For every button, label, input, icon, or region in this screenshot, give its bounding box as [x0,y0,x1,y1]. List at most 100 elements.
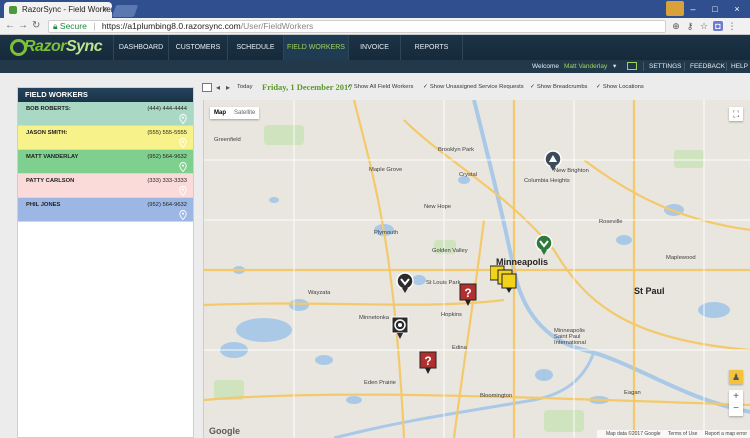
maximize-icon[interactable]: □ [704,0,726,18]
map-label: Brooklyn Park [438,147,475,153]
unassigned-request-marker-icon[interactable]: ? [419,351,437,375]
street-view-icon[interactable]: ♟ [729,370,743,384]
map-label: Minnetonka [359,315,389,321]
worker-row[interactable]: PHIL JONES (952) 564-9632 [18,198,193,222]
map-label: Roseville [599,219,623,225]
worker-name: BOB ROBERTS: [26,106,71,112]
user-bar: Welcome Matt Vanderlay ▾ SETTINGS FEEDBA… [0,60,750,73]
close-tab-icon[interactable]: × [103,4,108,14]
map-label: Crystal [459,172,478,178]
nav-field-workers[interactable]: FIELD WORKERS [283,35,348,60]
extension-icon[interactable]: ⊕ [671,21,681,31]
map-label: Edina [452,345,467,351]
nav-customers[interactable]: CUSTOMERS [168,35,227,60]
map-toolbar: ◂ ▸ Today Friday, 1 December 2017 ✓ Show … [200,81,750,95]
map-label: Wayzata [308,290,331,296]
map-label: New Hope [424,204,452,210]
location-marker-icon[interactable] [391,316,409,340]
app-header: RazorSync DASHBOARD CUSTOMERS SCHEDULE F… [0,35,750,60]
option-label: Show Locations [602,84,644,90]
worker-row[interactable]: PATTY CARLSON (333) 333-3333 [18,174,193,198]
browser-tab[interactable]: RazorSync - Field Worker × [4,2,112,18]
browser-tabstrip: RazorSync - Field Worker × – □ × [0,0,750,18]
worker-row[interactable]: MATT VANDERLAY (952) 564-9632 [18,150,193,174]
nav-dashboard[interactable]: DASHBOARD [113,35,168,60]
welcome-label: Welcome [532,63,559,70]
location-pin-icon[interactable] [179,138,187,148]
monitor-icon[interactable] [627,62,637,70]
worker-name: PATTY CARLSON [26,178,75,184]
check-icon: ✓ [596,84,601,90]
main-content: FIELD WORKERS BOB ROBERTS: (444) 444-4444… [0,73,750,438]
calendar-icon[interactable] [202,83,212,92]
nav-schedule[interactable]: SCHEDULE [227,35,283,60]
svg-text:?: ? [424,354,431,368]
help-link[interactable]: HELP [731,60,748,73]
map-label: Eden Prairie [364,380,396,386]
show-unassigned-checkbox[interactable]: ✓ Show Unassigned Service Requests [423,84,524,90]
worker-marker-icon[interactable] [535,234,553,256]
url-input[interactable]: 🔒︎ Secure | https://a1plumbing8.0.razors… [48,20,666,33]
minimize-icon[interactable]: – [682,0,704,18]
map-base [204,100,750,438]
map-canvas[interactable]: Map Satellite ⛶ ♟ + − Greenfield Brooklyn… [203,100,750,438]
service-request-cluster-icon[interactable] [490,264,518,294]
worker-marker-icon[interactable] [544,150,562,172]
new-tab-button[interactable] [111,5,139,17]
show-all-field-workers-checkbox[interactable]: ✓ Show All Field Workers [347,84,413,90]
nav-reports[interactable]: REPORTS [400,35,463,60]
razorsync-logo[interactable]: RazorSync [10,38,104,57]
reload-icon[interactable]: ↻ [32,20,40,31]
unassigned-request-marker-icon[interactable]: ? [459,283,477,307]
show-locations-checkbox[interactable]: ✓ Show Locations [596,84,644,90]
location-pin-icon[interactable] [179,210,187,220]
menu-icon[interactable]: ⋮ [727,21,737,31]
forward-icon[interactable]: → [18,20,28,31]
logo-text: RazorSync [24,38,103,55]
current-date: Friday, 1 December 2017 [262,82,353,92]
zoom-in-button[interactable]: + [729,390,743,403]
worker-marker-icon[interactable] [396,272,414,294]
zoom-out-button[interactable]: − [729,403,743,416]
close-window-icon[interactable]: × [726,0,748,18]
worker-row[interactable]: BOB ROBERTS: (444) 444-4444 [18,102,193,126]
next-day-icon[interactable]: ▸ [226,83,230,92]
key-icon[interactable]: ⚷ [685,21,695,31]
worker-row[interactable]: JASON SMITH: (555) 555-5555 [18,126,193,150]
map-label: Plymouth [374,230,399,236]
today-button[interactable]: Today [237,84,252,90]
map-label: Minneapolis Saint Paul International [554,328,586,346]
map-label: Eagan [624,390,641,396]
prev-day-icon[interactable]: ◂ [216,83,220,92]
url-path: /User/FieldWorkers [240,21,314,31]
fullscreen-icon[interactable]: ⛶ [729,107,743,121]
user-name-dropdown[interactable]: Matt Vanderlay [564,60,607,73]
address-bar: ← → ↻ 🔒︎ Secure | https://a1plumbing8.0.… [0,18,750,35]
option-label: Show Breadcrumbs [536,84,588,90]
map-label: Maple Grove [369,167,403,173]
feedback-link[interactable]: FEEDBACK [690,60,725,73]
map-type-map-button[interactable]: Map [210,107,230,119]
location-pin-icon[interactable] [179,186,187,196]
star-icon[interactable]: ☆ [699,21,709,31]
chevron-down-icon[interactable]: ▾ [613,60,616,73]
back-icon[interactable]: ← [5,20,15,31]
location-pin-icon[interactable] [179,114,187,124]
check-icon: ✓ [423,84,428,90]
settings-link[interactable]: SETTINGS [649,60,682,73]
worker-name: JASON SMITH: [26,130,68,136]
extension-badge-icon[interactable]: ◘ [713,21,723,31]
show-breadcrumbs-checkbox[interactable]: ✓ Show Breadcrumbs [530,84,587,90]
location-pin-icon[interactable] [179,162,187,172]
nav-invoice[interactable]: INVOICE [348,35,400,60]
map-label: Hopkins [441,312,462,318]
report-error-link[interactable]: Report a map error [705,431,747,437]
secure-label: Secure [59,21,87,31]
terms-link[interactable]: Terms of Use [668,431,697,437]
worker-name: MATT VANDERLAY [26,154,79,160]
favicon-icon [9,6,17,14]
map-type-control: Map Satellite [210,107,260,119]
map-type-satellite-button[interactable]: Satellite [230,107,259,119]
divider [684,62,685,71]
worker-phone: (952) 564-9632 [147,154,187,160]
